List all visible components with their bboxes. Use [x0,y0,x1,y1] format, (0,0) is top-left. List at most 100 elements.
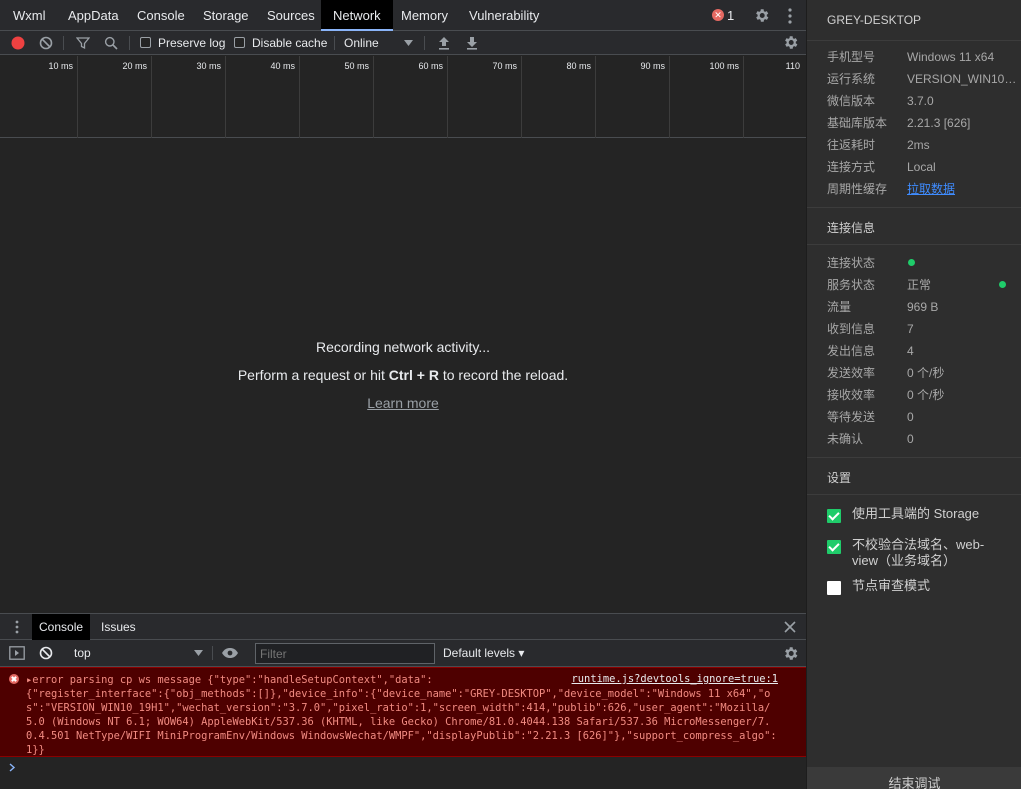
recording-message: Recording network activity... [315,339,491,355]
settings-section-title: 设置 [827,471,852,485]
console-error-message[interactable]: ▸error parsing cp ws message {"type":"ha… [0,667,806,757]
timeline-tick: 60 ms [374,56,448,138]
toolbar-divider [334,36,335,50]
console-filter-input[interactable] [255,643,435,664]
section-divider [807,207,1021,208]
network-settings-gear-icon[interactable] [782,34,799,51]
main-tab-bar: Wxml AppData Console Storage Sources Net… [0,0,806,31]
clear-console-icon[interactable] [39,646,53,660]
context-select[interactable]: top [66,643,208,663]
more-menu-icon[interactable] [786,8,794,24]
conn-row: 流量 969 B [827,300,939,314]
tab-network[interactable]: Network [321,0,393,31]
chevron-down-icon[interactable] [404,40,413,46]
console-prompt[interactable] [0,757,806,789]
section-divider [807,40,1021,41]
toolbar-divider [129,36,130,50]
timeline-tick: 70 ms [448,56,522,138]
error-source-link[interactable]: runtime.js?devtools_ignore=true:1 [567,673,778,685]
conn-row: 等待发送 0 [827,410,914,424]
device-row: 手机型号 Windows 11 x64 [827,50,995,64]
error-count[interactable]: 1 [727,0,734,31]
disable-cache-label[interactable]: Disable cache [252,31,327,55]
setting-checkbox[interactable] [827,581,841,595]
toolbar-divider [63,36,64,50]
sidebar-toggle-icon[interactable] [9,646,25,660]
drawer-tab-issues[interactable]: Issues [94,614,143,640]
tab-wxml[interactable]: Wxml [0,0,59,31]
devtools-panel: Wxml AppData Console Storage Sources Net… [0,0,806,789]
clear-icon[interactable] [39,36,53,50]
log-levels-select[interactable]: Default levels ▾ [443,640,524,667]
section-divider [807,494,1021,495]
disable-cache-checkbox[interactable] [234,37,245,48]
drawer-tab-console[interactable]: Console [32,614,91,640]
service-status-dot [999,281,1006,288]
preserve-log-checkbox[interactable] [140,37,151,48]
timeline-tick: 30 ms [152,56,226,138]
setting-checkbox[interactable] [827,540,841,554]
close-drawer-icon[interactable] [784,621,796,633]
timeline-tick: 40 ms [226,56,300,138]
prompt-chevron-icon [9,763,16,772]
conn-row: 收到信息 7 [827,322,914,336]
network-overview-timeline[interactable]: 10 ms 20 ms 30 ms 40 ms 50 ms 60 ms 70 m… [0,56,806,138]
export-har-icon[interactable] [466,36,478,50]
drawer-tab-bar: Console Issues [0,613,806,640]
tab-storage[interactable]: Storage [192,0,260,31]
timeline-tick: 80 ms [522,56,596,138]
learn-more-row: Learn more [0,395,806,411]
device-row: 周期性缓存 拉取数据 [827,178,1021,200]
reload-hint: Perform a request or hit Ctrl + R to rec… [237,367,569,383]
end-debug-button[interactable]: 结束调试 [807,767,1021,789]
search-icon[interactable] [104,36,118,50]
toolbar-divider [424,36,425,50]
learn-more-link[interactable]: Learn more [367,395,439,411]
preserve-log-label[interactable]: Preserve log [158,31,225,55]
device-row: 连接方式 Local [827,160,936,174]
console-settings-gear-icon[interactable] [782,645,799,662]
timeline-tick: 20 ms [78,56,152,138]
tab-vulnerability[interactable]: Vulnerability [458,0,550,31]
network-toolbar: Preserve log Disable cache Online [0,31,806,55]
timeline-tick: 90 ms [596,56,670,138]
record-icon[interactable] [11,36,25,50]
drawer-menu-icon[interactable] [15,620,19,634]
conn-row: 发送效率 0 个/秒 [827,366,945,380]
section-divider [807,457,1021,458]
tab-sources[interactable]: Sources [256,0,326,31]
filter-icon[interactable] [76,36,90,50]
throttling-select[interactable]: Online [344,31,379,55]
device-row: 往返耗时 2ms [827,138,930,152]
conn-row: 连接状态 [827,256,876,270]
device-row: 运行系统VERSION_WIN10_19H1 [827,72,1019,86]
tab-memory[interactable]: Memory [390,0,459,31]
toolbar-divider [212,646,213,660]
timeline-tick: 10 ms [4,56,78,138]
section-divider [807,244,1021,245]
tab-console[interactable]: Console [125,0,197,31]
error-text[interactable]: ▸error parsing cp ws message {"type":"ha… [26,673,778,757]
console-toolbar: top Default levels ▾ [0,640,806,667]
timeline-tick: 50 ms [300,56,374,138]
device-row: 微信版本 3.7.0 [827,94,934,108]
import-har-icon[interactable] [438,36,450,50]
device-name: GREY-DESKTOP [827,13,922,27]
chevron-down-icon[interactable] [194,650,203,656]
conn-row: 服务状态 正常 [827,278,932,292]
error-icon [9,674,19,684]
conn-row: 接收效率 0 个/秒 [827,388,945,402]
connection-status-dot [908,259,915,266]
fetch-data-link[interactable]: 拉取数据 [907,178,1019,200]
tab-appdata[interactable]: AppData [55,0,132,31]
live-expression-eye-icon[interactable] [221,647,239,659]
error-icon[interactable]: ✕ [712,9,724,21]
conn-row: 发出信息 4 [827,344,914,358]
network-request-list: Recording network activity... Perform a … [0,138,806,613]
settings-gear-icon[interactable] [753,7,770,24]
setting-checkbox[interactable] [827,509,841,523]
timeline-tick: 110 [785,61,800,71]
connection-section-title: 连接信息 [827,221,876,235]
devtools-window: Wxml AppData Console Storage Sources Net… [0,0,1021,789]
timeline-tick: 100 ms [670,56,744,138]
